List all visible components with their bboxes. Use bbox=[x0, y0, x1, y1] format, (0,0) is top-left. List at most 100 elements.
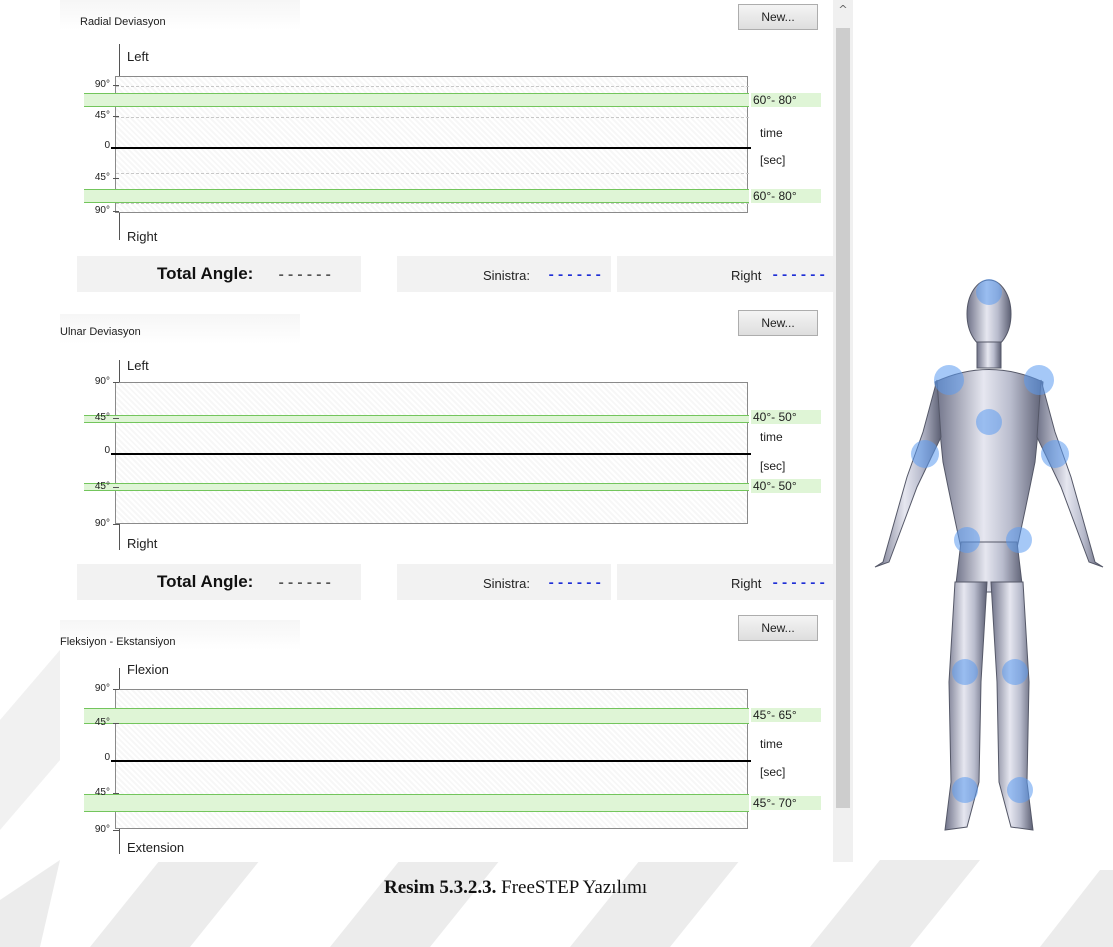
y-tick-label: 90° bbox=[94, 824, 110, 835]
lower-range-label: 60°- 80° bbox=[751, 189, 821, 203]
chest-joint-marker bbox=[976, 409, 1002, 435]
time-unit-label: [sec] bbox=[760, 765, 786, 779]
upper-normal-range-band bbox=[84, 708, 749, 724]
y-tick-label: 90° bbox=[94, 79, 110, 90]
right-value: ------ bbox=[771, 576, 828, 592]
ankle-right-joint-marker bbox=[1007, 777, 1033, 803]
y-tick bbox=[113, 85, 119, 86]
y-tick-label: 0 bbox=[104, 140, 110, 151]
upper-range-label: 40°- 50° bbox=[751, 410, 821, 424]
flexion-extension-section: Fleksiyon - Ekstansiyon New... Flexion E… bbox=[60, 612, 833, 862]
total-angle-value: ------ bbox=[277, 268, 334, 284]
new-button[interactable]: New... bbox=[738, 4, 818, 30]
y-tick-label: 45° bbox=[94, 412, 110, 423]
sinistra-value: ------ bbox=[547, 268, 604, 284]
elbow-right-joint-marker bbox=[1041, 440, 1069, 468]
y-tick bbox=[113, 723, 119, 724]
lower-range-label: 45°- 70° bbox=[751, 796, 821, 810]
section-title: Radial Deviasyon bbox=[80, 16, 166, 28]
ulnar-deviation-section: Ulnar Deviasyon New... Left Right 90° 45… bbox=[60, 304, 833, 604]
axis-bottom-label: Right bbox=[127, 229, 158, 244]
y-tick bbox=[113, 487, 119, 488]
lower-normal-range-band bbox=[84, 189, 749, 203]
y-tick-label: 0 bbox=[104, 445, 110, 456]
caption-text: FreeSTEP Yazılımı bbox=[496, 877, 648, 898]
new-button[interactable]: New... bbox=[738, 615, 818, 641]
knee-right-joint-marker bbox=[1002, 659, 1028, 685]
axis-top-label: Left bbox=[127, 49, 149, 64]
y-tick bbox=[113, 116, 119, 117]
y-tick bbox=[113, 211, 119, 212]
angle-plot bbox=[84, 382, 751, 524]
scrollbar-thumb[interactable] bbox=[836, 28, 850, 808]
y-tick-label: 45° bbox=[94, 481, 110, 492]
lower-normal-range-band bbox=[84, 794, 749, 812]
time-unit-label: [sec] bbox=[760, 153, 786, 167]
total-angle-label: Total Angle: bbox=[157, 264, 254, 283]
time-label: time bbox=[760, 430, 783, 444]
axis-bottom-label: Extension bbox=[127, 840, 185, 855]
elbow-left-joint-marker bbox=[911, 440, 939, 468]
angle-plot bbox=[84, 76, 751, 213]
radial-deviation-section: Radial Deviasyon New... Left Right 90° 4… bbox=[60, 0, 833, 300]
gridline bbox=[116, 173, 749, 174]
y-tick bbox=[113, 689, 119, 690]
y-tick bbox=[113, 178, 119, 179]
time-label: time bbox=[760, 737, 783, 751]
new-button[interactable]: New... bbox=[738, 310, 818, 336]
upper-range-label: 60°- 80° bbox=[751, 93, 821, 107]
knee-left-joint-marker bbox=[952, 659, 978, 685]
right-value: ------ bbox=[771, 268, 828, 284]
y-tick-label: 90° bbox=[94, 683, 110, 694]
chevron-up-icon[interactable]: ^ bbox=[837, 4, 849, 16]
sinistra-label: Sinistra: bbox=[483, 576, 530, 591]
upper-normal-range-band bbox=[84, 415, 749, 423]
y-tick bbox=[113, 793, 119, 794]
time-axis bbox=[111, 147, 751, 149]
time-label: time bbox=[760, 126, 783, 140]
figure-caption: Resim 5.3.2.3. FreeSTEP Yazılımı bbox=[384, 877, 647, 899]
vertical-scrollbar[interactable]: ^ bbox=[833, 0, 853, 862]
sinistra-label: Sinistra: bbox=[483, 268, 530, 283]
right-label: Right bbox=[731, 268, 762, 283]
axis-bottom-label: Right bbox=[127, 536, 158, 551]
right-label: Right bbox=[731, 576, 762, 591]
axis-top-label: Flexion bbox=[127, 662, 169, 677]
caption-number: Resim 5.3.2.3. bbox=[384, 877, 497, 898]
y-tick-label: 90° bbox=[94, 518, 110, 529]
ankle-left-joint-marker bbox=[952, 777, 978, 803]
y-tick-label: 45° bbox=[94, 717, 110, 728]
hip-right-joint-marker bbox=[1006, 527, 1032, 553]
total-angle-row: Total Angle: ------ Sinistra: ------ Rig… bbox=[77, 256, 833, 292]
y-tick-label: 45° bbox=[94, 110, 110, 121]
human-body-model-icon bbox=[874, 279, 1104, 831]
y-tick-label: 90° bbox=[94, 205, 110, 216]
shoulder-right-joint-marker bbox=[1024, 365, 1054, 395]
lower-range-label: 40°- 50° bbox=[751, 479, 821, 493]
total-angle-label: Total Angle: bbox=[157, 572, 254, 591]
section-title: Fleksiyon - Ekstansiyon bbox=[60, 636, 176, 648]
total-angle-value: ------ bbox=[277, 576, 334, 592]
time-unit-label: [sec] bbox=[760, 459, 786, 473]
time-axis bbox=[111, 453, 751, 455]
hip-left-joint-marker bbox=[954, 527, 980, 553]
lower-normal-range-band bbox=[84, 483, 749, 491]
y-tick bbox=[113, 418, 119, 419]
section-title: Ulnar Deviasyon bbox=[60, 326, 141, 338]
angle-plot bbox=[84, 689, 751, 829]
axis-top-label: Left bbox=[127, 358, 149, 373]
y-tick bbox=[113, 524, 119, 525]
time-axis bbox=[111, 760, 751, 762]
upper-normal-range-band bbox=[84, 93, 749, 107]
gridline bbox=[116, 203, 749, 204]
head-joint-marker bbox=[976, 279, 1002, 305]
sinistra-value: ------ bbox=[547, 576, 604, 592]
y-tick-label: 45° bbox=[94, 787, 110, 798]
y-tick-label: 45° bbox=[94, 172, 110, 183]
y-tick bbox=[113, 830, 119, 831]
y-tick bbox=[113, 382, 119, 383]
upper-range-label: 45°- 65° bbox=[751, 708, 821, 722]
y-tick-label: 90° bbox=[94, 376, 110, 387]
shoulder-left-joint-marker bbox=[934, 365, 964, 395]
gridline bbox=[116, 86, 749, 87]
